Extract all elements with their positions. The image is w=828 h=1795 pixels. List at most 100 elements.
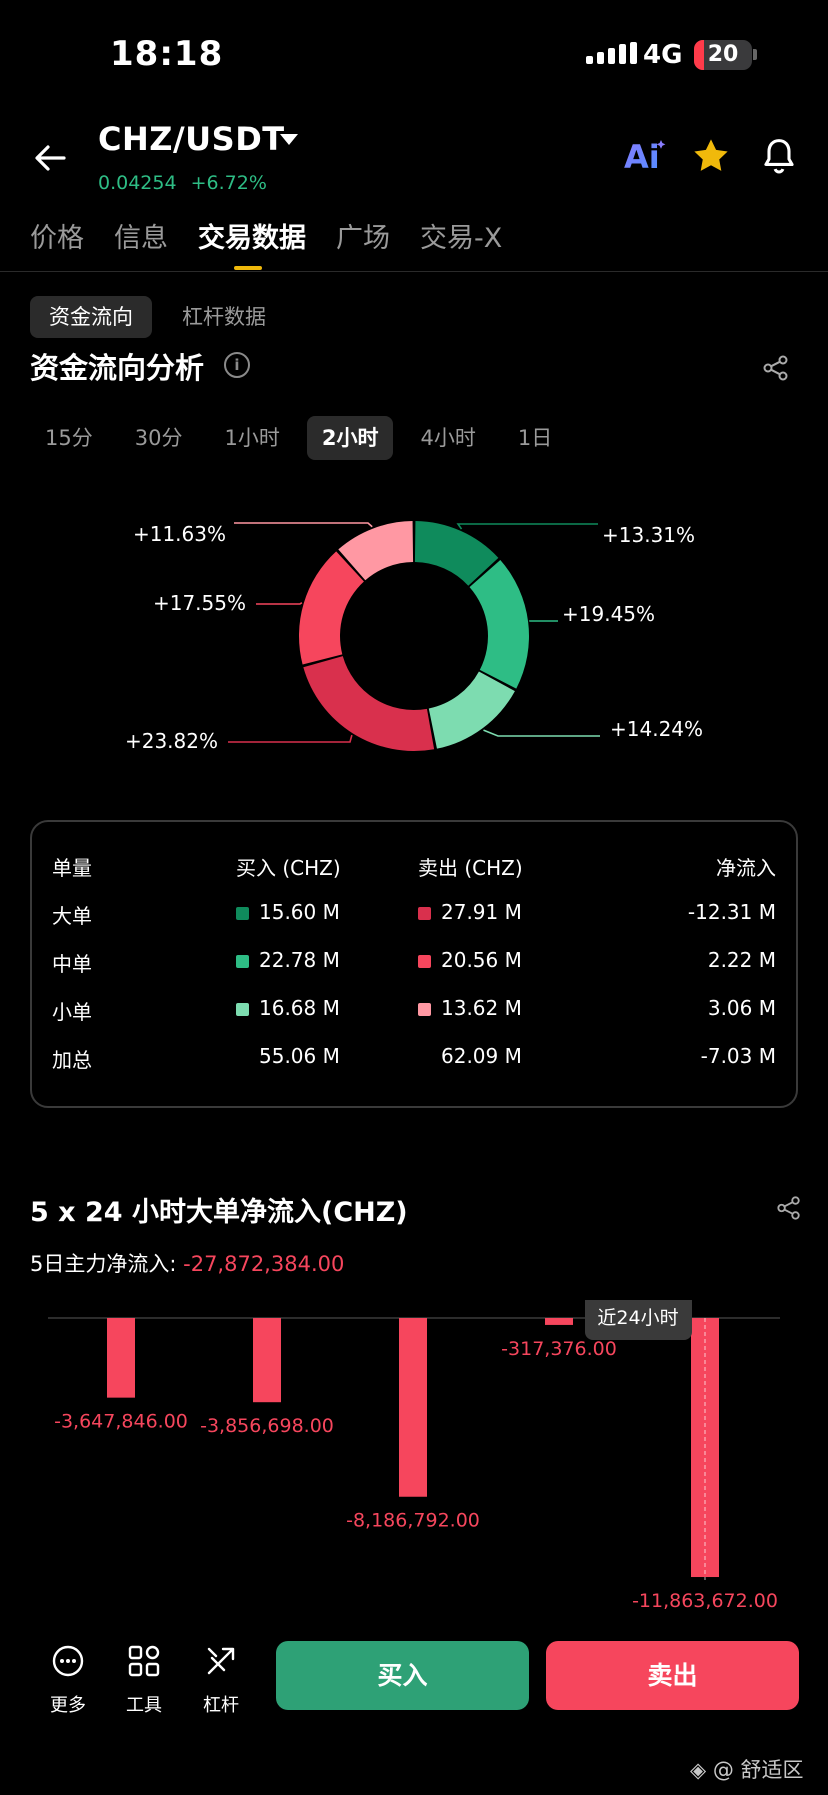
row-small-buy-value: 16.68 M: [259, 996, 340, 1020]
price-change: +6.72%: [190, 172, 267, 194]
tab-trade-x[interactable]: 交易-X: [420, 216, 502, 255]
donut-leader-line: [529, 620, 558, 622]
bar-value-label: -3,856,698.00: [200, 1415, 334, 1437]
bar-value-label: -8,186,792.00: [346, 1510, 480, 1532]
status-time: 18:18: [110, 34, 224, 74]
info-icon[interactable]: i: [224, 352, 250, 378]
timeframe-tabs: 15分 30分 1小时 2小时 4小时 1日: [30, 416, 579, 460]
donut-leader-line: [256, 602, 303, 605]
tools-button[interactable]: 工具: [114, 1644, 174, 1717]
donut-leader-line: [483, 729, 600, 737]
sell-button[interactable]: 卖出: [546, 1641, 799, 1710]
back-arrow-icon[interactable]: [30, 138, 70, 178]
donut-slice-label: +11.63%: [133, 522, 226, 546]
timeframe-4h[interactable]: 4小时: [405, 416, 490, 460]
bell-icon[interactable]: [760, 136, 798, 176]
network-type: 4G: [643, 40, 683, 70]
timeframe-1h[interactable]: 1小时: [209, 416, 294, 460]
share-icon[interactable]: [762, 354, 790, 382]
row-medium-buy-value: 22.78 M: [259, 948, 340, 972]
table-header-buy: 买入 (CHZ): [236, 856, 341, 880]
tab-trading-data[interactable]: 交易数据: [198, 216, 306, 255]
bar-value-label: -317,376.00: [501, 1338, 617, 1360]
bar: [253, 1318, 281, 1403]
main-tabs: 价格 信息 交易数据 广场 交易-X: [30, 216, 502, 255]
tools-grid-icon: [128, 1645, 160, 1677]
more-icon: [52, 1645, 84, 1677]
legend-dot: [236, 955, 249, 968]
table-header-sell: 卖出 (CHZ): [418, 856, 523, 880]
bar-chart-title: 5 x 24 小时大单净流入(CHZ): [30, 1197, 408, 1228]
legend-dot: [236, 907, 249, 920]
ai-icon[interactable]: Ai: [624, 138, 666, 172]
favorite-star-icon[interactable]: [690, 135, 732, 177]
more-label: 更多: [50, 1695, 86, 1716]
row-small-sell-value: 13.62 M: [441, 996, 522, 1020]
bar-value-label: -3,647,846.00: [54, 1411, 188, 1433]
battery-level: 20: [707, 42, 739, 67]
donut-slice: [303, 656, 435, 751]
more-button[interactable]: 更多: [38, 1644, 98, 1717]
donut-slice: [469, 559, 529, 689]
row-large-buy: 15.60 M: [236, 900, 340, 924]
row-medium-buy: 22.78 M: [236, 948, 340, 972]
donut-leader-line: [234, 522, 373, 528]
subtab-margin-data[interactable]: 杠杆数据: [182, 296, 266, 338]
timeframe-2h[interactable]: 2小时: [306, 416, 394, 460]
timeframe-15m[interactable]: 15分: [30, 416, 108, 460]
bar: [399, 1318, 427, 1497]
section-title: 资金流向分析: [30, 351, 205, 385]
row-total-sell: 62.09 M: [441, 1044, 522, 1068]
five-day-net-inflow: 5日主力净流入: -27,872,384.00: [30, 1248, 344, 1278]
price-line: 0.04254 +6.72%: [98, 172, 267, 194]
buy-button[interactable]: 买入: [276, 1641, 529, 1710]
donut-leader-line: [228, 734, 353, 743]
share-icon[interactable]: [776, 1194, 802, 1222]
legend-dot: [418, 955, 431, 968]
bar: [107, 1318, 135, 1398]
donut-slice-label: +19.45%: [562, 602, 655, 626]
bar-value-label: -11,863,672.00: [632, 1590, 778, 1612]
leverage-icon: [207, 1647, 235, 1675]
leverage-button[interactable]: 杠杆: [191, 1644, 251, 1717]
row-large-net: -12.31 M: [687, 900, 776, 924]
row-total-net: -7.03 M: [700, 1044, 776, 1068]
donut-slice: [299, 551, 364, 665]
tab-price[interactable]: 价格: [30, 216, 84, 255]
binance-logo-icon: ◈: [690, 1758, 707, 1782]
row-small-buy: 16.68 M: [236, 996, 340, 1020]
tooltip: 近24小时: [585, 1300, 692, 1340]
row-medium-sell: 20.56 M: [418, 948, 522, 972]
timeframe-30m[interactable]: 30分: [120, 416, 198, 460]
order-size-table: 单量 买入 (CHZ) 卖出 (CHZ) 净流入 大单 15.60 M 27.9…: [30, 820, 798, 1108]
donut-leader-line: [456, 523, 598, 530]
last-price: 0.04254: [98, 172, 177, 194]
legend-dot: [418, 1003, 431, 1016]
pair-title[interactable]: CHZ/USDT: [98, 120, 285, 158]
fund-flow-donut-chart: +13.31% +19.45% +14.24% +23.82% +17.55% +11.6…: [125, 521, 703, 753]
legend-dot: [236, 1003, 249, 1016]
leverage-label: 杠杆: [203, 1695, 239, 1716]
signal-icon: [586, 42, 638, 64]
watermark-text: @ 舒适区: [712, 1758, 804, 1782]
row-total-name: 加总: [52, 1048, 92, 1072]
row-large-sell-value: 27.91 M: [441, 900, 522, 924]
row-large-name: 大单: [52, 904, 92, 928]
donut-slice-label: +13.31%: [602, 523, 695, 547]
row-small-name: 小单: [52, 1000, 92, 1024]
battery-icon: 20: [694, 40, 752, 70]
tooltip-label: 近24小时: [597, 1307, 678, 1329]
row-medium-name: 中单: [52, 952, 92, 976]
subtab-fund-flow[interactable]: 资金流向: [30, 296, 152, 338]
row-total-buy: 55.06 M: [259, 1044, 340, 1068]
timeframe-1d[interactable]: 1日: [503, 416, 567, 460]
bar: [545, 1318, 573, 1325]
row-small-net: 3.06 M: [707, 996, 776, 1020]
donut-slice-label: +23.82%: [125, 729, 218, 753]
tab-info[interactable]: 信息: [114, 216, 168, 255]
row-medium-net: 2.22 M: [707, 948, 776, 972]
pair-dropdown-icon[interactable]: [280, 134, 298, 145]
tab-square[interactable]: 广场: [336, 216, 390, 255]
ai-icon-label: Ai: [624, 138, 660, 172]
donut-slice-label: +17.55%: [153, 591, 246, 615]
